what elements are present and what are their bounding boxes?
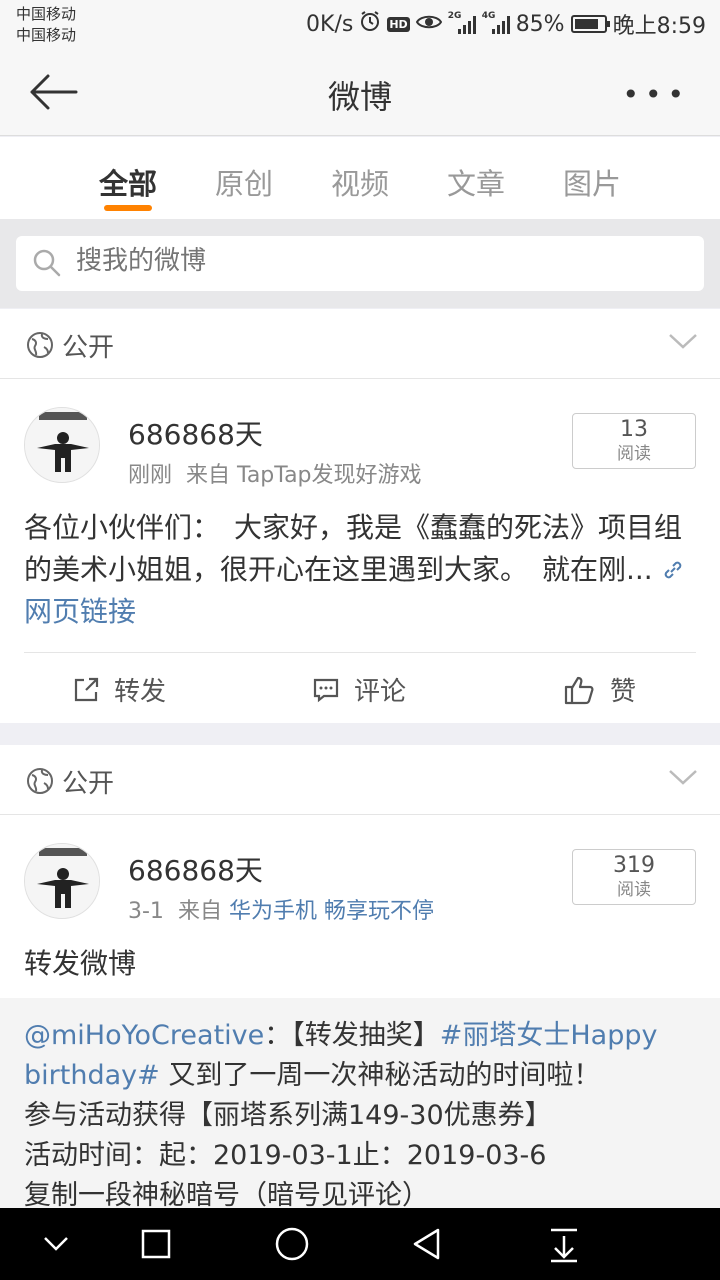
- action-bar: 转发 评论 赞: [24, 652, 696, 724]
- repost-button[interactable]: 转发: [72, 671, 166, 708]
- system-nav-bar: [0, 1208, 720, 1280]
- comment-button[interactable]: 评论: [312, 671, 406, 708]
- search-icon: [32, 248, 62, 282]
- signal-icon-2: 4G: [482, 11, 510, 34]
- retweet-text: @miHoYoCreative：【转发抽奖】#丽塔女士Happy birthda…: [24, 1020, 658, 1211]
- search-input[interactable]: [76, 246, 676, 276]
- post-meta: 3-1 来自 华为手机 畅享玩不停: [128, 893, 434, 925]
- post-source: TapTap发现好游戏: [237, 463, 422, 488]
- comment-label: 评论: [354, 677, 407, 707]
- filter-tabs: 全部 原创 视频 文章 图片: [0, 137, 720, 219]
- username[interactable]: 686868天: [128, 849, 263, 889]
- post-text[interactable]: 各位小伙伴们： 大家好，我是《蠢蠢的死法》项目组的美术小姐姐，很开心在这里遇到大…: [24, 507, 704, 633]
- nav-bar: 微博 •••: [0, 50, 720, 136]
- comment-icon: [313, 678, 339, 702]
- avatar[interactable]: [24, 407, 100, 483]
- tab-all[interactable]: 全部: [78, 161, 178, 203]
- carrier-2: 中国移动: [16, 26, 77, 44]
- post-time: 刚刚: [128, 463, 173, 488]
- source-prefix: 来自: [177, 899, 222, 924]
- chevron-down-icon[interactable]: [668, 331, 698, 355]
- status-icons: 0K/s HD 2G 4G 85% 晚上8:59: [306, 8, 706, 40]
- username[interactable]: 686868天: [128, 413, 263, 453]
- active-tab-indicator: [104, 205, 152, 211]
- visibility-row[interactable]: 公开: [0, 745, 720, 815]
- thumbs-up-icon: [564, 676, 594, 704]
- post-card: 公开 686868天 3-1 来自 华为手机 畅享玩不停 319 阅读 转发微博…: [0, 745, 720, 1211]
- network-speed: 0K/s: [306, 11, 354, 37]
- search-area: [0, 219, 720, 308]
- post-card: 公开 686868天 刚刚 来自 TapTap发现好游戏 13 阅读 各位小伙伴…: [0, 309, 720, 723]
- hide-nav-chevron-icon[interactable]: [40, 1226, 72, 1266]
- visibility-row[interactable]: 公开: [0, 309, 720, 379]
- link-icon: [664, 561, 681, 579]
- eye-icon: [415, 12, 442, 37]
- notification-pulldown-icon[interactable]: [548, 1226, 580, 1268]
- visibility-label: 公开: [62, 769, 115, 799]
- repost-label: 转发: [114, 677, 167, 707]
- status-bar: 中国移动 中国移动 0K/s HD 2G 4G 85% 晚上8:59: [0, 0, 720, 50]
- mention-link[interactable]: @miHoYoCreative: [24, 1020, 264, 1051]
- back-icon[interactable]: [410, 1226, 444, 1268]
- tab-article[interactable]: 文章: [426, 161, 526, 203]
- repost-icon: [74, 677, 99, 701]
- post-source[interactable]: 华为手机 畅享玩不停: [229, 899, 434, 924]
- post-text[interactable]: 转发微博: [24, 943, 704, 985]
- globe-icon: [26, 767, 54, 799]
- battery-percent: 85%: [515, 11, 565, 37]
- avatar[interactable]: [24, 843, 100, 919]
- carrier-info: 中国移动 中国移动: [16, 4, 76, 46]
- source-prefix: 来自: [186, 463, 231, 488]
- recent-apps-icon[interactable]: [140, 1226, 172, 1266]
- read-count-box[interactable]: 319 阅读: [572, 849, 696, 905]
- search-box[interactable]: [16, 236, 704, 291]
- read-count: 13: [620, 417, 648, 442]
- read-label: 阅读: [617, 880, 651, 900]
- tab-video[interactable]: 视频: [310, 161, 410, 203]
- read-count-box[interactable]: 13 阅读: [572, 413, 696, 469]
- globe-icon: [26, 331, 54, 363]
- chevron-down-icon[interactable]: [668, 767, 698, 791]
- signal-icon-1: 2G: [448, 11, 476, 34]
- clock: 晚上8:59: [612, 14, 706, 39]
- alarm-icon: [359, 10, 381, 38]
- tab-original[interactable]: 原创: [194, 161, 294, 203]
- hd-icon: HD: [387, 16, 410, 32]
- home-icon[interactable]: [273, 1226, 311, 1268]
- post-meta: 刚刚 来自 TapTap发现好游戏: [128, 457, 422, 489]
- tab-image[interactable]: 图片: [542, 161, 642, 203]
- read-label: 阅读: [617, 444, 651, 464]
- like-label: 赞: [610, 677, 637, 707]
- retweet-box[interactable]: @miHoYoCreative：【转发抽奖】#丽塔女士Happy birthda…: [0, 998, 720, 1211]
- more-options-icon[interactable]: •••: [622, 78, 690, 111]
- read-count: 319: [613, 853, 655, 878]
- like-button[interactable]: 赞: [564, 671, 636, 708]
- visibility-label: 公开: [62, 333, 115, 363]
- post-time: 3-1: [128, 899, 164, 924]
- page-title: 微博: [327, 78, 392, 116]
- carrier-1: 中国移动: [16, 5, 77, 23]
- battery-icon: [570, 15, 610, 33]
